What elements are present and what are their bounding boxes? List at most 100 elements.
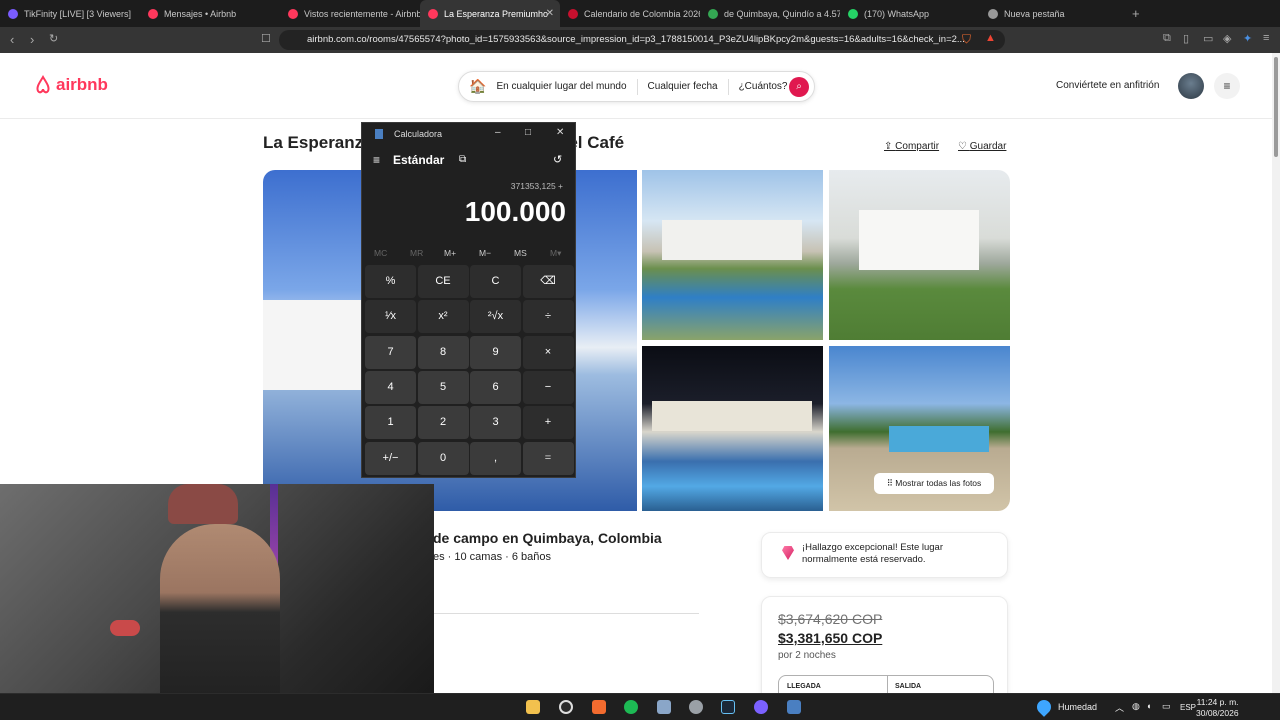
forward-icon[interactable]: › [30, 32, 34, 47]
checkout-label[interactable]: SALIDA [895, 683, 921, 690]
search-where[interactable]: En cualquier lugar del mundo [486, 81, 636, 92]
menu-icon[interactable]: ≡ [1263, 32, 1269, 44]
calculator-titlebar[interactable]: Calculadora – □ ✕ [362, 123, 575, 145]
hamburger-icon[interactable]: ≡ [373, 153, 380, 167]
sidebar-icon[interactable]: ▯ [1183, 32, 1189, 45]
user-menu-icon[interactable]: ≡ [1214, 73, 1240, 99]
memory-subtract-button[interactable]: M− [479, 248, 491, 258]
digit-0-button[interactable]: 0 [417, 441, 469, 475]
checkin-label[interactable]: LLEGADA [787, 683, 821, 690]
url-input[interactable]: airbnb.com.co/rooms/47565574?photo_id=15… [279, 30, 1005, 50]
settings-icon[interactable] [689, 700, 703, 714]
network-icon[interactable]: ◍ [1132, 701, 1140, 712]
wallet-icon[interactable]: ▭ [1203, 32, 1213, 45]
digit-4-button[interactable]: 4 [365, 370, 416, 404]
search-when[interactable]: Cualquier fecha [638, 81, 728, 92]
obs-icon[interactable] [559, 700, 573, 714]
page-scrollbar[interactable] [1272, 53, 1280, 693]
language-indicator[interactable]: ESP [1180, 703, 1196, 712]
digit-9-button[interactable]: 9 [470, 335, 521, 369]
extensions-icon[interactable]: ⧉ [1163, 32, 1171, 45]
digit-2-button[interactable]: 2 [417, 406, 469, 440]
scrollbar-thumb[interactable] [1274, 57, 1278, 157]
share-label: Compartir [895, 141, 940, 152]
chat-app-icon[interactable] [754, 700, 768, 714]
minimize-icon[interactable]: – [495, 127, 501, 138]
digit-1-button[interactable]: 1 [365, 406, 416, 440]
browser-tab[interactable]: La Esperanza Premiumho ✕ [420, 0, 560, 27]
become-host-link[interactable]: Conviértete en anfitrión [1056, 80, 1159, 91]
weather-widget[interactable]: Humedad [1058, 702, 1097, 712]
browser-tab[interactable]: TikFinity [LIVE] [3 Viewers] [0, 0, 140, 27]
back-icon[interactable]: ‹ [10, 32, 14, 47]
new-tab-icon[interactable]: + [1132, 6, 1140, 21]
bookmark-icon[interactable]: ☐ [261, 32, 271, 45]
browser-tab[interactable]: Nueva pestaña [980, 0, 1120, 27]
multiply-button[interactable]: × [522, 335, 574, 369]
search-who[interactable]: ¿Cuántos? [729, 81, 798, 92]
steam-icon[interactable] [721, 700, 735, 714]
equals-button[interactable]: = [522, 441, 574, 475]
close-icon[interactable]: ✕ [556, 127, 564, 138]
browser-tab[interactable]: (170) WhatsApp [840, 0, 980, 27]
reload-icon[interactable]: ↻ [49, 32, 58, 45]
square-button[interactable]: x² [417, 300, 469, 334]
square-root-button[interactable]: ²√x [470, 300, 521, 334]
decimal-button[interactable]: , [470, 441, 521, 475]
file-explorer-icon[interactable] [526, 700, 540, 714]
percent-button[interactable]: % [365, 265, 416, 298]
clear-button[interactable]: C [470, 265, 521, 298]
browser-tab[interactable]: Mensajes • Airbnb [140, 0, 280, 27]
app-icon[interactable] [657, 700, 671, 714]
digit-7-button[interactable]: 7 [365, 335, 416, 369]
tab-favicon-icon [568, 8, 578, 19]
browser-tab[interactable]: Calendario de Colombia 2026 [560, 0, 700, 27]
digit-5-button[interactable]: 5 [417, 370, 469, 404]
battery-icon[interactable]: ▭ [1162, 701, 1171, 712]
calculator-taskbar-icon[interactable] [787, 700, 801, 714]
spotify-icon[interactable] [624, 700, 638, 714]
tab-close-icon[interactable]: ✕ [546, 8, 554, 19]
save-button[interactable]: ♡ Guardar [958, 141, 1006, 152]
background-pillow [110, 620, 140, 636]
keep-on-top-icon[interactable]: ⧉ [459, 154, 466, 165]
digit-3-button[interactable]: 3 [470, 406, 521, 440]
history-icon[interactable]: ↺ [553, 153, 562, 166]
avatar[interactable] [1178, 73, 1204, 99]
digit-6-button[interactable]: 6 [470, 370, 521, 404]
digit-8-button[interactable]: 8 [417, 335, 469, 369]
memory-recall-button[interactable]: MR [410, 248, 423, 258]
date-picker[interactable]: LLEGADA SALIDA [778, 675, 994, 693]
listing-photo-night-pool[interactable] [642, 346, 823, 511]
memory-store-button[interactable]: MS [514, 248, 527, 258]
listing-photo-house-side[interactable] [829, 170, 1010, 340]
share-button[interactable]: ⇪ Compartir [884, 141, 939, 152]
clock[interactable]: 11:24 p. m. 30/08/2026 [1196, 697, 1239, 719]
maximize-icon[interactable]: □ [525, 127, 531, 138]
extension-app-icon[interactable]: ✦ [1243, 32, 1252, 45]
search-bar[interactable]: 🏠 En cualquier lugar del mundo Cualquier… [458, 71, 815, 102]
subtract-button[interactable]: − [522, 370, 574, 404]
browser-tab[interactable]: Vistos recientemente - Airbnb [280, 0, 420, 27]
browser-tab[interactable]: de Quimbaya, Quindío a 4.57€ [700, 0, 840, 27]
brave-shield-icon[interactable]: ⛉ [962, 32, 971, 47]
brave-browser-icon[interactable] [592, 700, 606, 714]
volume-icon[interactable]: ◖ [1146, 701, 1151, 711]
price-discounted[interactable]: $3,381,650 COP [778, 630, 882, 646]
backspace-button[interactable]: ⌫ [522, 265, 574, 298]
airbnb-logo[interactable]: airbnb [33, 75, 108, 95]
show-all-photos-button[interactable]: ⠿ Mostrar todas las fotos [874, 473, 994, 494]
add-button[interactable]: + [522, 406, 574, 440]
memory-add-button[interactable]: M+ [444, 248, 456, 258]
listing-photo-pool-front[interactable] [642, 170, 823, 340]
memory-list-button[interactable]: M▾ [550, 248, 561, 259]
rewards-icon[interactable]: ▲ [985, 32, 996, 44]
chevron-up-icon[interactable]: ︿ [1115, 701, 1124, 714]
negate-button[interactable]: +/− [365, 441, 416, 475]
memory-clear-button[interactable]: MC [374, 248, 387, 258]
clear-entry-button[interactable]: CE [417, 265, 469, 298]
search-icon[interactable]: ⌕ [789, 77, 809, 97]
reciprocal-button[interactable]: ¹⁄x [365, 300, 416, 334]
vpn-icon[interactable]: ◈ [1223, 32, 1231, 45]
divide-button[interactable]: ÷ [522, 300, 574, 334]
